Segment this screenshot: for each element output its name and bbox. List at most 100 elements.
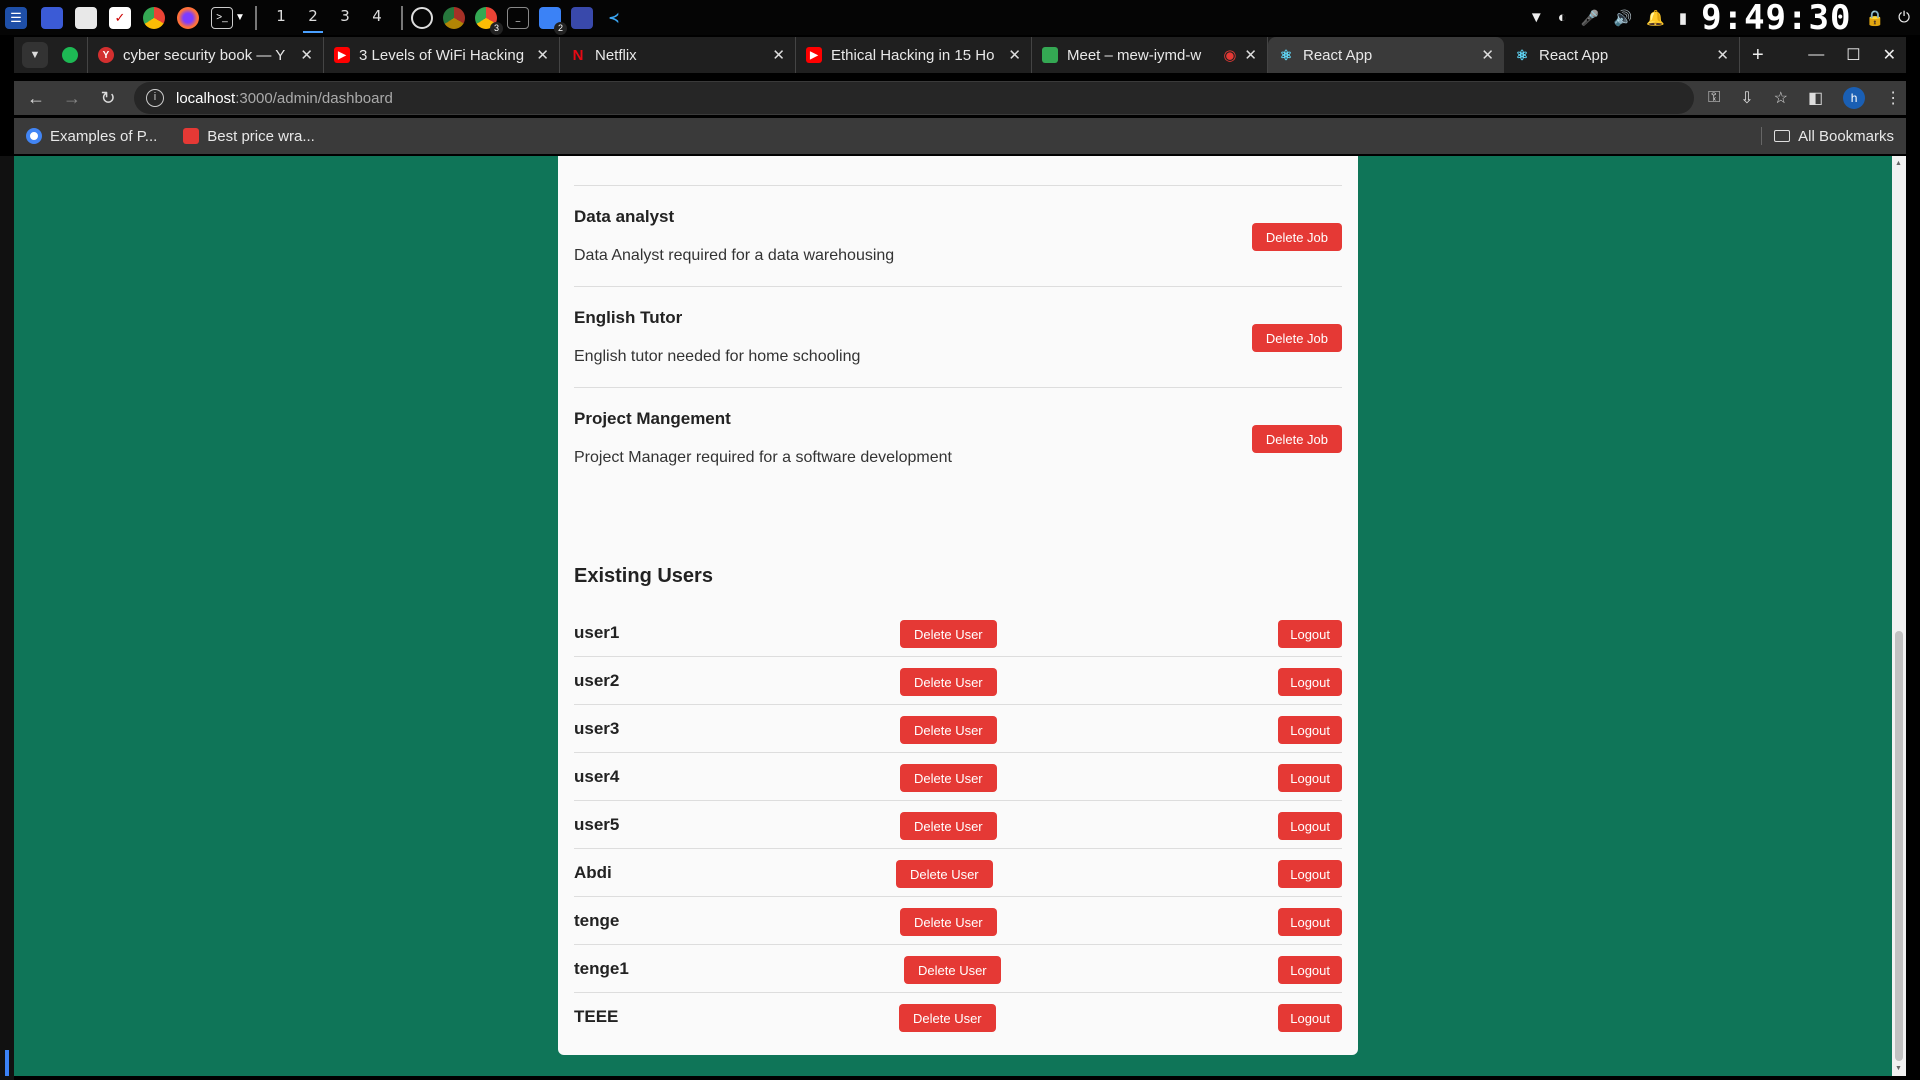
chrome-icon[interactable]	[143, 6, 165, 29]
tab-5[interactable]: ⚛ React App ✕	[1268, 37, 1504, 73]
vpn-icon[interactable]: ◐	[1558, 9, 1567, 26]
notifications-icon[interactable]: 🔔	[1646, 9, 1665, 27]
close-icon[interactable]: ✕	[1716, 46, 1729, 64]
tab-2[interactable]: N Netflix ✕	[560, 37, 796, 73]
new-tab-button[interactable]: +	[1752, 44, 1764, 67]
delete-user-button[interactable]: Delete User	[900, 620, 997, 648]
scroll-up-icon[interactable]: ▲	[1895, 160, 1902, 167]
timer-app-icon[interactable]	[411, 6, 433, 29]
logout-button[interactable]: Logout	[1278, 908, 1342, 936]
delete-user-button[interactable]: Delete User	[900, 668, 997, 696]
terminal-window-icon[interactable]: _	[507, 6, 529, 29]
tab-6[interactable]: ⚛ React App ✕	[1504, 37, 1740, 73]
firefox-icon[interactable]	[177, 6, 199, 29]
app-launcher-icon[interactable]: ☰	[5, 6, 27, 29]
document-viewer-icon[interactable]: ✓	[109, 6, 131, 29]
delete-job-button[interactable]: Delete Job	[1251, 223, 1342, 251]
desktop-icon[interactable]	[41, 6, 63, 29]
logout-button[interactable]: Logout	[1278, 1004, 1342, 1032]
workspace-1[interactable]: 1	[265, 0, 297, 35]
forward-icon[interactable]: →	[58, 88, 86, 109]
wifi-icon[interactable]: ▼	[1529, 9, 1544, 26]
remote-desktop-icon[interactable]	[571, 6, 593, 29]
close-icon[interactable]: ✕	[772, 46, 785, 64]
bookmark-0[interactable]: Examples of P...	[26, 128, 157, 145]
window-edge	[0, 156, 14, 1080]
taskbar-divider	[401, 5, 403, 30]
logout-button[interactable]: Logout	[1278, 860, 1342, 888]
close-icon[interactable]: ✕	[1481, 46, 1494, 64]
tab-title: Netflix	[595, 46, 637, 64]
clock: 9:49:30	[1701, 0, 1852, 38]
chrome-window-icon[interactable]	[443, 6, 465, 29]
volume-icon[interactable]: 🔊	[1614, 9, 1633, 27]
message-count-badge: 2	[554, 21, 567, 35]
url-host: localhost	[176, 89, 236, 107]
bookmark-1[interactable]: Best price wra...	[183, 128, 315, 145]
delete-user-button[interactable]: Delete User	[899, 1004, 996, 1032]
user-row: user4 Delete User Logout	[574, 753, 1342, 801]
user-row: TEEE Delete User Logout	[574, 993, 1342, 1041]
youtube-icon: ▶	[806, 47, 822, 63]
maximize-icon[interactable]: ☐	[1846, 45, 1860, 65]
minimize-icon[interactable]: —	[1808, 46, 1824, 64]
file-manager-icon[interactable]	[75, 6, 97, 29]
delete-user-button[interactable]: Delete User	[900, 908, 997, 936]
delete-user-button[interactable]: Delete User	[900, 716, 997, 744]
bookmark-favicon-icon	[183, 128, 200, 144]
microphone-muted-icon[interactable]: 🎤	[1581, 9, 1600, 27]
tab-4[interactable]: Meet – mew-iymd-w ◉ ✕	[1032, 37, 1268, 73]
site-info-icon[interactable]: i	[146, 89, 164, 107]
logout-button[interactable]: Logout	[1278, 956, 1342, 984]
workspace-3[interactable]: 3	[329, 0, 361, 35]
tab-1[interactable]: ▶ 3 Levels of WiFi Hacking ✕	[324, 37, 560, 73]
delete-job-button[interactable]: Delete Job	[1251, 425, 1342, 453]
terminal-icon[interactable]: >_	[211, 6, 233, 29]
logout-button[interactable]: Logout	[1278, 668, 1342, 696]
lock-icon[interactable]: 🔒	[1865, 9, 1884, 27]
all-bookmarks-button[interactable]: All Bookmarks	[1774, 128, 1894, 145]
close-icon[interactable]: ✕	[300, 46, 313, 64]
chevron-down-icon[interactable]: ▼	[233, 7, 247, 29]
delete-user-button[interactable]: Delete User	[904, 956, 1001, 984]
bookmark-star-icon[interactable]: ☆	[1774, 88, 1788, 108]
workspace-2[interactable]: 2	[297, 0, 329, 35]
reload-icon[interactable]: ↻	[94, 88, 122, 109]
side-panel-icon[interactable]: ◧	[1808, 88, 1823, 108]
logout-button[interactable]: Logout	[1278, 716, 1342, 744]
vscode-icon[interactable]: ≺	[603, 7, 625, 29]
scrollbar-thumb[interactable]	[1895, 631, 1903, 1061]
logout-button[interactable]: Logout	[1278, 764, 1342, 792]
profile-avatar[interactable]: h	[1843, 87, 1866, 109]
close-window-icon[interactable]: ✕	[1883, 45, 1896, 65]
back-icon[interactable]: ←	[22, 88, 50, 109]
user-row: tenge1 Delete User Logout	[574, 945, 1342, 993]
logout-button[interactable]: Logout	[1278, 620, 1342, 648]
tab-0[interactable]: Y cyber security book — Y ✕	[88, 37, 324, 73]
password-key-icon[interactable]: ⚿	[1708, 89, 1720, 107]
close-icon[interactable]: ✕	[536, 46, 549, 64]
scroll-down-icon[interactable]: ▼	[1895, 1065, 1902, 1072]
tab-search-button[interactable]: ▼	[22, 42, 48, 68]
logout-button[interactable]: Logout	[1278, 812, 1342, 840]
users-card: Existing Users user1 Delete User Logout …	[558, 527, 1358, 1055]
battery-icon[interactable]: ▮	[1679, 9, 1687, 27]
workspace-4[interactable]: 4	[361, 0, 393, 35]
page-scrollbar[interactable]: ▲ ▼	[1892, 156, 1906, 1076]
power-icon[interactable]: ⏻	[1898, 9, 1910, 26]
messaging-app-icon[interactable]: 2	[539, 6, 567, 35]
tab-3[interactable]: ▶ Ethical Hacking in 15 Ho ✕	[796, 37, 1032, 73]
delete-user-button[interactable]: Delete User	[900, 764, 997, 792]
delete-user-button[interactable]: Delete User	[896, 860, 993, 888]
address-bar[interactable]: i localhost:3000/admin/dashboard	[134, 82, 1694, 114]
tab-spotify[interactable]	[54, 37, 88, 73]
job-description: Data Analyst required for a data warehou…	[574, 247, 895, 264]
chrome-active-window-icon[interactable]: 3	[475, 6, 503, 35]
close-icon[interactable]: ✕	[1008, 46, 1021, 64]
delete-user-button[interactable]: Delete User	[900, 812, 997, 840]
close-icon[interactable]: ✕	[1244, 46, 1257, 64]
install-app-icon[interactable]: ⇩	[1740, 88, 1753, 108]
recording-icon: ◉	[1223, 47, 1237, 64]
menu-kebab-icon[interactable]: ⋮	[1885, 88, 1901, 108]
delete-job-button[interactable]: Delete Job	[1251, 324, 1342, 352]
